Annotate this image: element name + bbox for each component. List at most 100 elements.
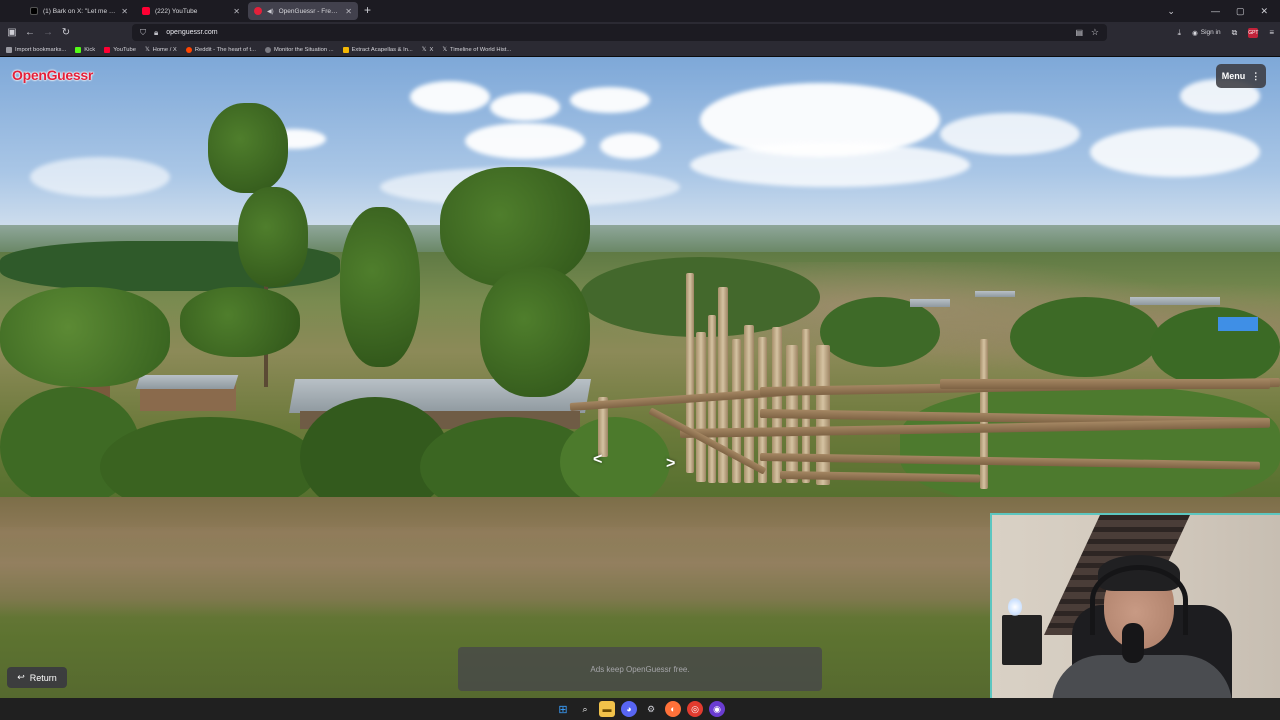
menu-label: Menu [1221, 71, 1246, 81]
tree [238, 187, 308, 287]
shelf [1002, 615, 1042, 665]
account-icon: ◉ [1192, 29, 1198, 37]
obs-icon[interactable]: ◉ [709, 701, 725, 717]
return-arrow-icon: ↩ [17, 672, 25, 682]
reddit-icon [185, 46, 192, 53]
file-explorer-icon[interactable]: ▬ [599, 701, 615, 717]
bookmark-x[interactable]: 𝕏X [422, 47, 434, 53]
bookmark-label: Extract Acapellas & In... [351, 46, 413, 53]
maximize-icon[interactable]: ▢ [1236, 6, 1245, 17]
ad-placeholder: Ads keep OpenGuessr free. [458, 647, 822, 691]
extensions-icon[interactable]: ⧉ [1232, 28, 1238, 38]
microphone [1122, 623, 1144, 663]
tab-title: (222) YouTube [155, 7, 198, 15]
globe-icon [264, 46, 271, 53]
tree [340, 207, 420, 367]
cloud [30, 157, 170, 197]
lamp [1008, 598, 1022, 616]
x-icon: 𝕏 [144, 46, 150, 53]
address-bar[interactable]: ⛉ 🔒︎ openguessr.com ▤ ☆ [132, 24, 1107, 41]
forward-icon[interactable]: → [39, 27, 57, 38]
speaker-icon[interactable]: ◀) [267, 8, 274, 15]
tab-list-icon[interactable]: ⌄ [1167, 6, 1175, 17]
tab-openguessr[interactable]: ◀) OpenGuessr - Free GeoGu ✕ [248, 2, 358, 20]
bush [900, 387, 1280, 507]
menu-button[interactable]: Menu ⋮ [1216, 64, 1266, 88]
tree [0, 287, 170, 387]
forest [580, 257, 820, 337]
cloud [410, 81, 490, 113]
shield-icon[interactable]: ⛉ [140, 28, 146, 38]
discord-icon[interactable]: ◕ [621, 701, 637, 717]
navigate-right-arrow[interactable]: > [666, 455, 675, 473]
cloud [690, 143, 970, 187]
close-icon[interactable]: ✕ [233, 7, 240, 16]
sign-in-label: Sign in [1200, 29, 1221, 36]
bookmark-timeline[interactable]: 𝕏 Timeline of World Hist... [442, 47, 511, 53]
bookmark-home-x[interactable]: 𝕏 Home / X [145, 47, 177, 53]
reload-icon[interactable]: ↻ [57, 27, 75, 38]
bookmark-label: Timeline of World Hist... [450, 46, 512, 53]
forest [1010, 297, 1160, 377]
webcam-overlay [990, 513, 1280, 720]
forest [1150, 307, 1280, 387]
bookmark-label: YouTube [113, 46, 136, 53]
bookmark-reddit[interactable]: Reddit - The heart of t... [185, 46, 256, 53]
bookmarks-bar: Import bookmarks... Kick YouTube 𝕏 Home /… [0, 43, 1280, 57]
window-controls: ⌄ — ▢ ✕ [1167, 0, 1280, 22]
new-tab-button[interactable]: + [364, 3, 371, 17]
settings-icon[interactable]: ⚙ [643, 701, 659, 717]
app-menu-icon[interactable]: ≡ [1269, 28, 1274, 37]
minimize-icon[interactable]: — [1211, 6, 1220, 16]
bookmark-import[interactable]: Import bookmarks... [6, 46, 67, 53]
back-icon[interactable]: ← [21, 27, 39, 38]
browser-tab-strip: (1) Bark on X: "Let me explain w ✕ (222)… [0, 0, 1280, 22]
tab-youtube[interactable]: (222) YouTube ✕ [136, 2, 246, 20]
close-icon[interactable]: ✕ [345, 7, 352, 16]
cloud [940, 113, 1080, 155]
bookmark-extract[interactable]: Extract Acapellas & In... [342, 46, 413, 53]
openguessr-icon [254, 7, 262, 15]
forest [820, 297, 940, 367]
close-icon[interactable]: ✕ [121, 7, 128, 16]
cloud [465, 123, 585, 159]
navigate-left-arrow[interactable]: < [593, 451, 602, 469]
bookmark-youtube[interactable]: YouTube [104, 46, 136, 53]
youtube-icon [142, 7, 150, 15]
windows-start-icon[interactable]: ⊞ [555, 701, 571, 717]
tree [480, 267, 590, 397]
bookmark-monitor[interactable]: Monitor the Situation ... [264, 46, 334, 53]
reader-view-icon[interactable]: ▤ [1075, 28, 1083, 37]
fence-post [686, 273, 694, 473]
download-icon[interactable]: ⤓ [1178, 28, 1182, 38]
bookmark-star-icon[interactable]: ☆ [1091, 27, 1099, 38]
fence-post [696, 332, 706, 482]
distant-roof [975, 291, 1015, 297]
extension-badge[interactable]: GPT [1248, 27, 1258, 38]
search-icon[interactable]: ⌕ [577, 701, 593, 717]
music-icon [342, 46, 349, 53]
return-button[interactable]: ↩ Return [7, 667, 67, 688]
tree [180, 287, 300, 357]
bookmark-label: Import bookmarks... [15, 46, 67, 53]
sign-in-button[interactable]: ◉ Sign in [1192, 29, 1221, 37]
cloud [490, 93, 560, 121]
bush [560, 417, 670, 507]
bookmark-label: Reddit - The heart of t... [194, 46, 256, 53]
lock-icon[interactable]: 🔒︎ [154, 28, 158, 38]
x-icon: 𝕏 [442, 46, 447, 53]
blue-tarp [1218, 317, 1258, 331]
ad-text: Ads keep OpenGuessr free. [590, 664, 690, 674]
tree [208, 103, 288, 193]
chrome-icon[interactable]: ◎ [687, 701, 703, 717]
windows-taskbar: ⊞ ⌕ ▬ ◕ ⚙ ◐ ◎ ◉ [0, 698, 1280, 720]
firefox-icon[interactable]: ◐ [665, 701, 681, 717]
more-vertical-icon: ⋮ [1251, 70, 1261, 81]
window-close-icon[interactable]: ✕ [1260, 6, 1268, 17]
bookmark-label: Home / X [152, 46, 177, 53]
tab-bark-on-x[interactable]: (1) Bark on X: "Let me explain w ✕ [24, 2, 134, 20]
bookmark-kick[interactable]: Kick [75, 46, 95, 53]
openguessr-logo[interactable]: OpenGuessr [12, 67, 93, 83]
x-icon [30, 7, 38, 15]
sidebar-icon[interactable]: ▣ [3, 27, 21, 38]
